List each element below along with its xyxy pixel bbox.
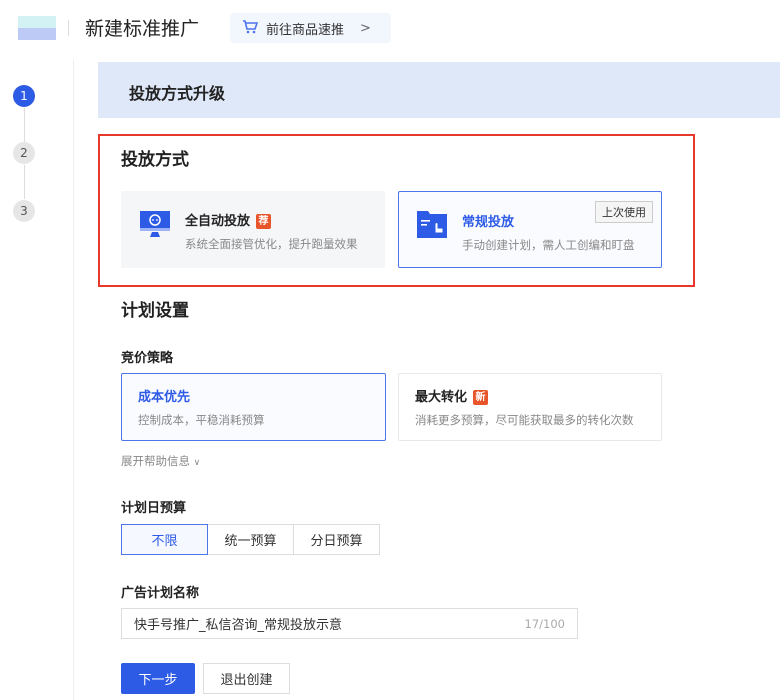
- exit-create-button[interactable]: 退出创建: [203, 663, 290, 694]
- daily-budget-label: 计划日预算: [121, 501, 187, 516]
- budget-option-unified[interactable]: 统一预算: [207, 524, 294, 555]
- chevron-double-down-icon: ∨: [193, 458, 201, 468]
- char-count: 17/100: [524, 616, 565, 631]
- option-desc: 系统全面接管优化，提升跑量效果: [185, 237, 358, 251]
- monitor-robot-icon: [139, 209, 171, 245]
- bid-strategy-label: 竞价策略: [121, 351, 174, 366]
- folder-hand-icon: [416, 209, 448, 243]
- plan-name-input[interactable]: 快手号推广_私信咨询_常规投放示意 17/100: [121, 608, 578, 639]
- recommend-badge: 荐: [256, 214, 272, 229]
- stepper: [0, 60, 74, 700]
- cart-icon: [242, 19, 259, 38]
- new-badge: 新: [473, 390, 489, 405]
- bid-option-max-conversion[interactable]: 最大转化新 消耗更多预算，尽可能获取最多的转化次数: [398, 373, 662, 441]
- divider: [68, 20, 69, 36]
- option-title: 全自动投放: [185, 214, 251, 229]
- option-title: 最大转化: [415, 390, 468, 405]
- delivery-title: 投放方式: [121, 150, 189, 170]
- option-desc: 控制成本，平稳消耗预算: [138, 413, 265, 427]
- upgrade-banner: 投放方式升级: [98, 62, 780, 118]
- chevron-right-icon: >: [360, 20, 371, 36]
- expand-help-label: 展开帮助信息: [121, 454, 190, 468]
- option-title: 常规投放: [462, 215, 515, 230]
- plan-name-label: 广告计划名称: [121, 586, 200, 601]
- goto-product-boost-button[interactable]: 前往商品速推 >: [230, 13, 391, 43]
- plan-settings-title: 计划设置: [121, 301, 189, 321]
- option-regular-delivery[interactable]: 常规投放 手动创建计划，需人工创编和盯盘 上次使用: [398, 191, 662, 268]
- step-connector: [24, 108, 25, 142]
- next-step-button[interactable]: 下一步: [121, 663, 195, 694]
- budget-option-per-day[interactable]: 分日预算: [293, 524, 380, 555]
- plan-name-value: 快手号推广_私信咨询_常规投放示意: [134, 618, 343, 633]
- last-used-tag: 上次使用: [595, 201, 653, 223]
- expand-help-link[interactable]: 展开帮助信息 ∨: [121, 453, 200, 469]
- option-title: 成本优先: [138, 390, 191, 405]
- page-title: 新建标准推广: [85, 18, 200, 40]
- option-desc: 消耗更多预算，尽可能获取最多的转化次数: [415, 413, 634, 427]
- bid-option-cost-first[interactable]: 成本优先 控制成本，平稳消耗预算: [121, 373, 386, 441]
- step-3[interactable]: 3: [13, 200, 35, 222]
- goto-label: 前往商品速推: [266, 22, 345, 38]
- option-auto-delivery[interactable]: 全自动投放荐 系统全面接管优化，提升跑量效果: [121, 191, 385, 268]
- step-2[interactable]: 2: [13, 142, 35, 164]
- logo: [18, 16, 56, 40]
- step-1[interactable]: 1: [13, 85, 35, 107]
- step-connector: [24, 165, 25, 199]
- option-desc: 手动创建计划，需人工创编和盯盘: [462, 238, 635, 252]
- budget-option-unlimited[interactable]: 不限: [121, 524, 208, 555]
